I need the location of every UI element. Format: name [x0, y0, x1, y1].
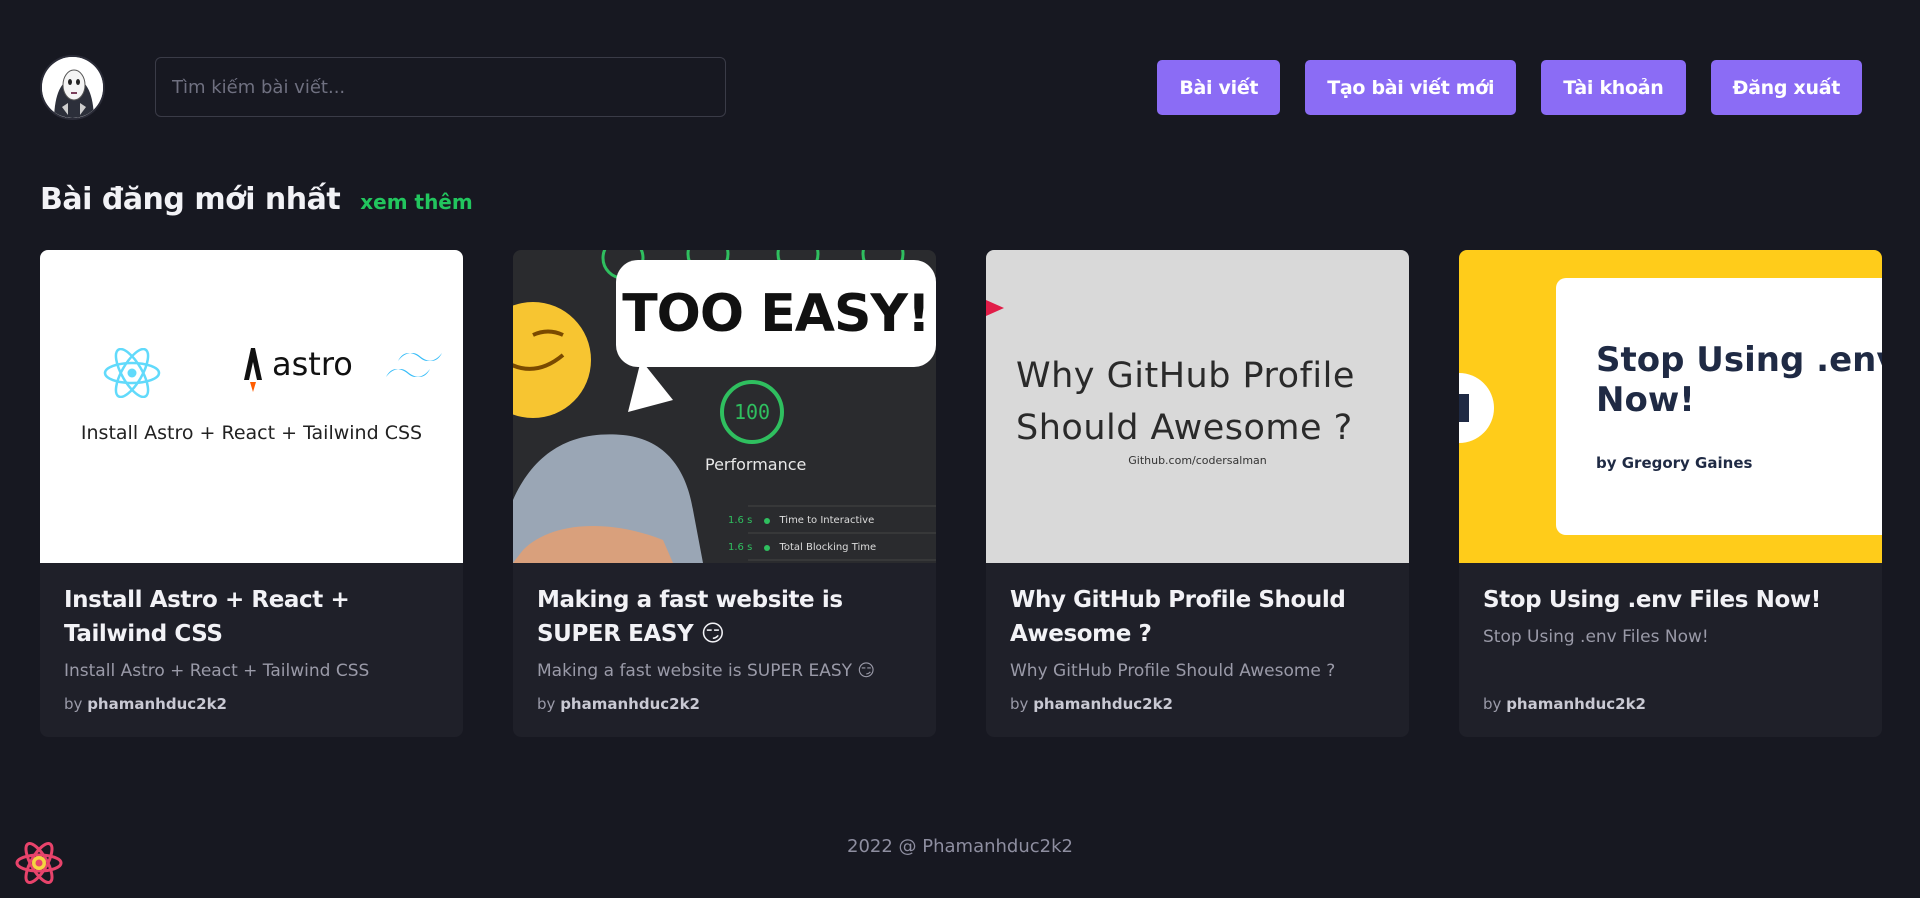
post-description: Stop Using .env Files Now! — [1483, 627, 1709, 647]
headline-line: Now! — [1596, 380, 1695, 420]
metric-row: 1.6 s Time to Interactive — [728, 515, 874, 526]
post-author: by phamanhduc2k2 — [1010, 695, 1173, 713]
see-more-link[interactable]: xem thêm — [360, 190, 472, 214]
circle-badge-icon — [1459, 373, 1494, 443]
post-author: by phamanhduc2k2 — [64, 695, 227, 713]
thumbnail-subtext: Github.com/codersalman — [1128, 454, 1267, 467]
author-prefix: by — [1483, 695, 1502, 713]
nav-create-post-button[interactable]: Tạo bài viết mới — [1305, 60, 1517, 115]
metric-label: Time to Interactive — [779, 515, 875, 526]
author-prefix: by — [1010, 695, 1029, 713]
metric-value: 1.6 s — [728, 515, 753, 526]
main-nav: Bài viết Tạo bài viết mới Tài khoản Đăng… — [1157, 60, 1862, 115]
metric-value: 1.6 s — [728, 542, 753, 553]
avatar-image — [42, 57, 103, 118]
headline-line: Should Awesome ? — [1016, 408, 1353, 448]
post-title[interactable]: Install Astro + React + Tailwind CSS — [64, 583, 439, 651]
avatar[interactable] — [40, 55, 105, 120]
author-prefix: by — [64, 695, 83, 713]
post-card[interactable]: Stop Using .env f Now! by Gregory Gaines… — [1459, 250, 1882, 737]
headline-line: Why GitHub Profile — [1016, 356, 1355, 396]
author-name: phamanhduc2k2 — [560, 695, 700, 713]
performance-label: Performance — [705, 455, 807, 474]
card-body: Why GitHub Profile Should Awesome ? Why … — [986, 563, 1409, 683]
post-thumbnail: Stop Using .env f Now! by Gregory Gaines — [1459, 250, 1882, 563]
post-thumbnail: Why GitHub Profile Should Awesome ? Gith… — [986, 250, 1409, 563]
top-bar: Bài viết Tạo bài viết mới Tài khoản Đăng… — [0, 0, 1920, 140]
pennant-icon — [986, 300, 1004, 316]
thumbnail-headline: Why GitHub Profile Should Awesome ? — [1016, 350, 1355, 454]
post-author: by phamanhduc2k2 — [537, 695, 700, 713]
nav-account-button[interactable]: Tài khoản — [1541, 60, 1686, 115]
metric-row: 1.6 s Total Blocking Time — [728, 542, 876, 553]
card-body: Making a fast website is SUPER EASY 😏 Ma… — [513, 563, 936, 683]
post-thumbnail: TOO EASY! 100 Performance 1.6 s Time to … — [513, 250, 936, 563]
latest-posts-header: Bài đăng mới nhất xem thêm — [40, 182, 473, 217]
card-body: Install Astro + React + Tailwind CSS Ins… — [40, 563, 463, 683]
author-prefix: by — [537, 695, 556, 713]
nav-logout-button[interactable]: Đăng xuất — [1710, 60, 1862, 115]
bubble-text: TOO EASY! — [622, 283, 931, 344]
post-card[interactable]: Why GitHub Profile Should Awesome ? Gith… — [986, 250, 1409, 737]
post-title[interactable]: Stop Using .env Files Now! — [1483, 583, 1858, 617]
thumbnail-headline: Stop Using .env f Now! — [1596, 340, 1882, 420]
post-author: by phamanhduc2k2 — [1483, 695, 1646, 713]
post-description: Why GitHub Profile Should Awesome ? — [1010, 661, 1336, 681]
post-title[interactable]: Why GitHub Profile Should Awesome ? — [1010, 583, 1385, 651]
post-card[interactable]: TOO EASY! 100 Performance 1.6 s Time to … — [513, 250, 936, 737]
headline-line: Stop Using .env f — [1596, 340, 1882, 380]
nav-posts-button[interactable]: Bài viết — [1157, 60, 1281, 115]
metric-label: Total Blocking Time — [779, 542, 877, 553]
thumbnail-byline: by Gregory Gaines — [1596, 454, 1753, 472]
footer-text: 2022 @ Phamanhduc2k2 — [847, 836, 1073, 857]
thumbnail-caption: Install Astro + React + Tailwind CSS — [80, 422, 423, 444]
author-name: phamanhduc2k2 — [1506, 695, 1646, 713]
performance-score: 100 — [720, 380, 784, 444]
post-cards: astro Install Astro + React + Tailwind C… — [40, 250, 1882, 737]
section-title: Bài đăng mới nhất — [40, 182, 341, 217]
author-name: phamanhduc2k2 — [1033, 695, 1173, 713]
post-description: Making a fast website is SUPER EASY 😏 — [537, 661, 876, 681]
react-logo-icon — [103, 348, 161, 398]
react-devtools-icon[interactable] — [14, 838, 64, 888]
post-title[interactable]: Making a fast website is SUPER EASY 😏 — [537, 583, 912, 651]
post-description: Install Astro + React + Tailwind CSS — [64, 661, 370, 681]
post-thumbnail: astro Install Astro + React + Tailwind C… — [40, 250, 463, 563]
astro-logo-icon — [244, 348, 262, 392]
speech-bubble: TOO EASY! — [616, 260, 936, 367]
astro-logo-text: astro — [272, 345, 353, 383]
search-input[interactable] — [155, 57, 726, 117]
tailwind-logo-icon — [386, 353, 442, 377]
card-body: Stop Using .env Files Now! Stop Using .e… — [1459, 563, 1882, 649]
post-card[interactable]: astro Install Astro + React + Tailwind C… — [40, 250, 463, 737]
author-name: phamanhduc2k2 — [87, 695, 227, 713]
